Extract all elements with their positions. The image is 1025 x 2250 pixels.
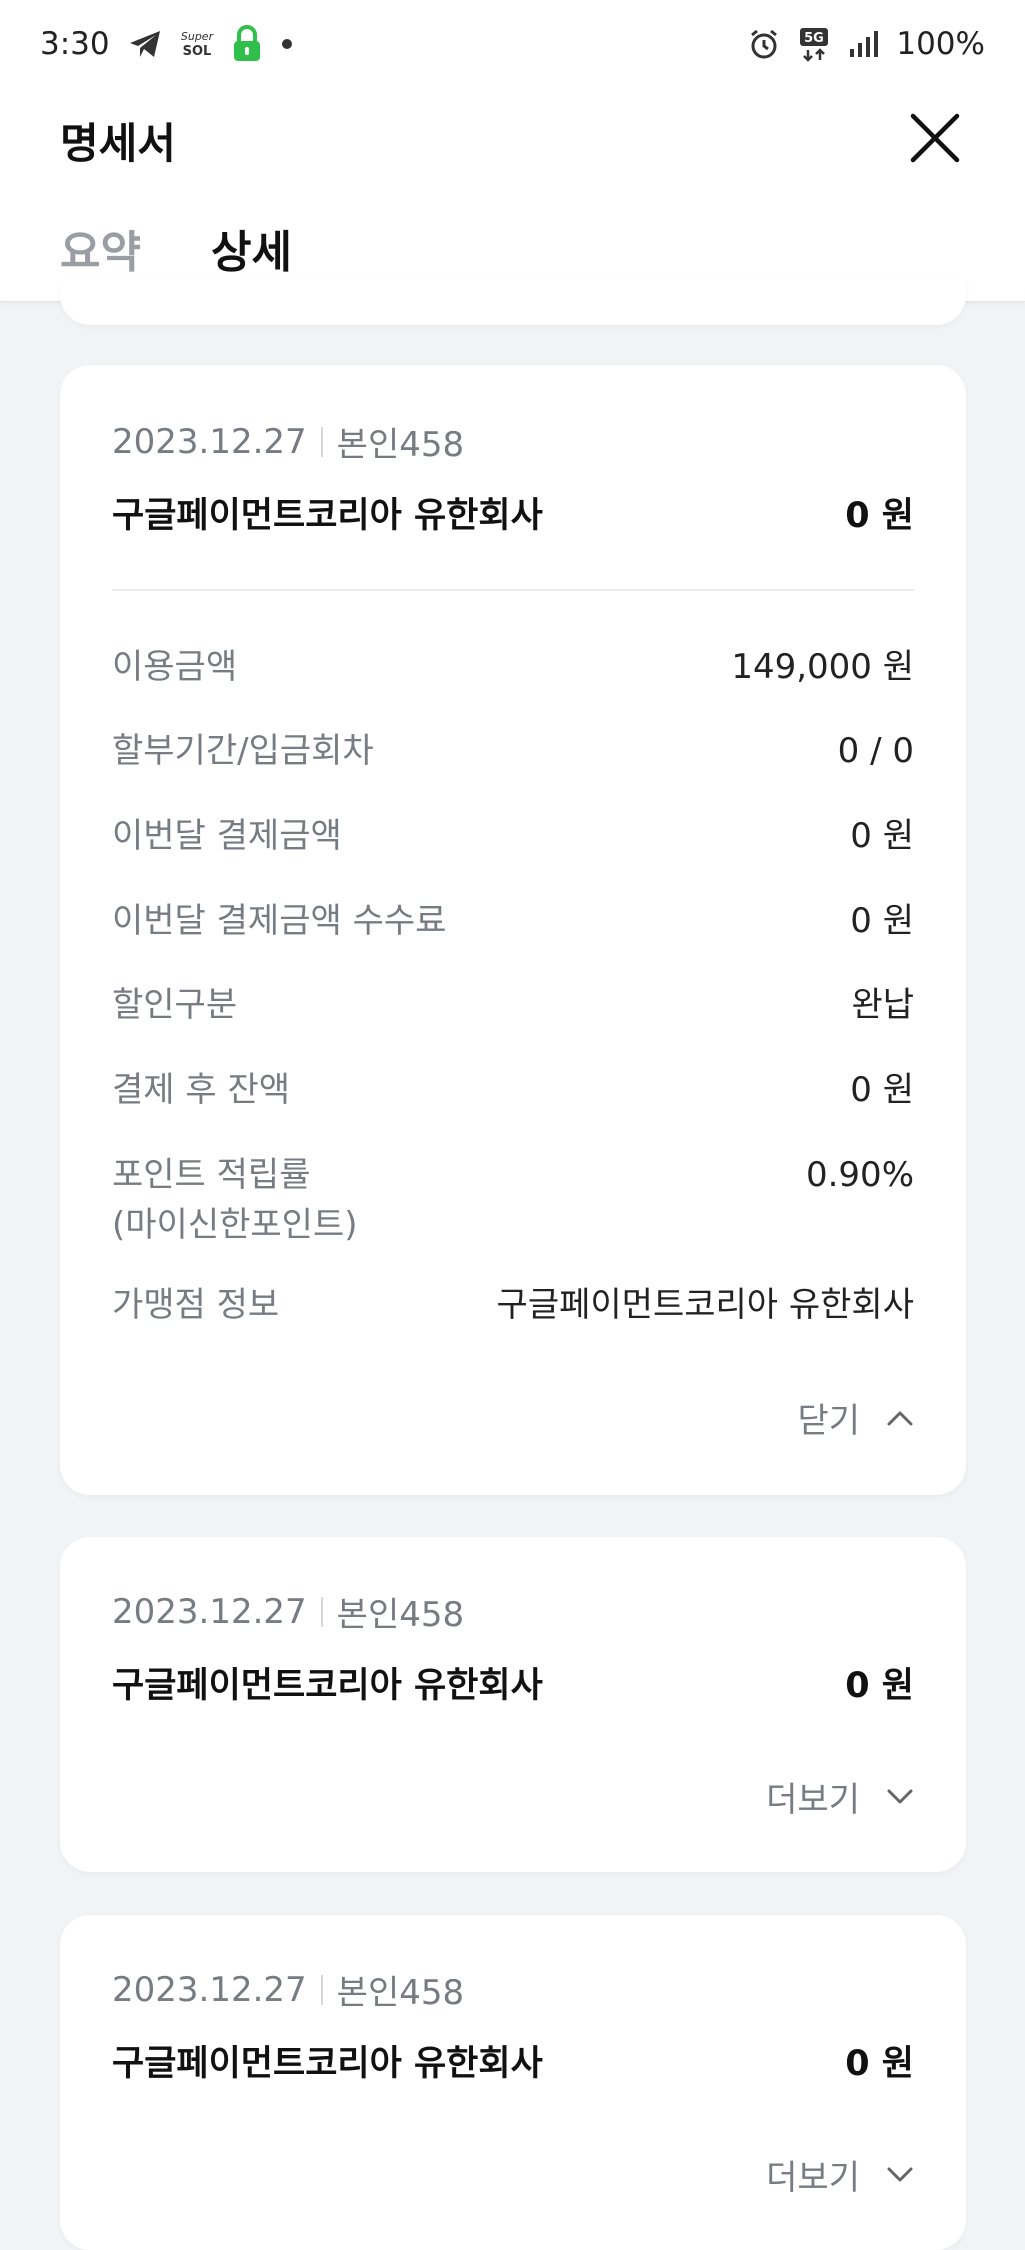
detail-label: 할부기간/입금회차 <box>112 731 374 771</box>
transaction-date: 2023.12.27 <box>112 1969 307 2010</box>
page-title: 명세서 <box>60 119 176 168</box>
detail-row: 이번달 결제금액 수수료 0 원 <box>112 896 914 946</box>
expand-button[interactable]: 더보기 <box>766 1772 914 1821</box>
detail-label: 포인트 적립률 (마이신한포인트) <box>112 1150 358 1250</box>
collapse-button[interactable]: 닫기 <box>797 1393 914 1442</box>
transaction-amount: 0 원 <box>845 2044 914 2084</box>
detail-label-line2: (마이신한포인트) <box>112 1205 358 1245</box>
battery-level: 100% <box>896 26 985 62</box>
transaction-card: 2023.12.27 본인458 구글페이먼트코리아 유한회사 0 원 이용금액… <box>60 365 966 1495</box>
svg-text:SOL: SOL <box>182 44 211 59</box>
detail-row: 이번달 결제금액 0 원 <box>112 811 914 861</box>
meta-separator <box>320 1596 323 1627</box>
merchant-name: 구글페이먼트코리아 유한회사 <box>112 496 543 536</box>
transaction-date: 2023.12.27 <box>112 1591 307 1632</box>
close-button[interactable] <box>905 108 965 168</box>
card-meta: 2023.12.27 본인458 <box>112 417 464 466</box>
expand-button[interactable]: 더보기 <box>766 2150 914 2199</box>
super-sol-icon: Super SOL <box>180 27 214 61</box>
chevron-down-icon <box>887 1789 913 1803</box>
card-holder: 본인458 <box>336 425 465 465</box>
lock-icon <box>232 25 262 63</box>
detail-label: 결제 후 잔액 <box>112 1070 291 1110</box>
status-bar-left: 3:30 Super SOL <box>40 25 294 63</box>
signal-icon <box>848 29 879 59</box>
detail-value: 0 원 <box>850 816 914 856</box>
card-holder: 본인458 <box>336 1973 465 2013</box>
detail-row: 이용금액 149,000 원 <box>112 642 914 692</box>
detail-label: 이번달 결제금액 수수료 <box>112 901 447 941</box>
detail-row: 결제 후 잔액 0 원 <box>112 1065 914 1115</box>
divider <box>112 589 914 591</box>
detail-row: 포인트 적립률 (마이신한포인트) 0.90% <box>112 1150 914 1250</box>
alarm-icon <box>748 28 780 60</box>
status-bar: 3:30 Super SOL 5G 100% <box>0 0 1025 88</box>
status-time: 3:30 <box>40 26 110 62</box>
chevron-down-icon <box>887 2167 913 2181</box>
detail-label-line1: 포인트 적립률 <box>112 1155 311 1195</box>
merchant-name: 구글페이먼트코리아 유한회사 <box>112 2044 543 2084</box>
detail-row: 가맹점 정보 구글페이먼트코리아 유한회사 <box>112 1280 914 1330</box>
detail-label: 가맹점 정보 <box>112 1285 280 1325</box>
detail-value: 0.90% <box>805 1155 914 1195</box>
dot-icon <box>280 37 294 51</box>
detail-row: 할부기간/입금회차 0 / 0 <box>112 726 914 776</box>
detail-row: 할인구분 완납 <box>112 980 914 1030</box>
detail-label: 이번달 결제금액 <box>112 816 342 856</box>
transaction-amount: 0 원 <box>845 496 914 536</box>
card-meta: 2023.12.27 본인458 <box>112 1965 464 2014</box>
network-label: 5G <box>805 31 825 46</box>
detail-value: 0 / 0 <box>837 731 914 771</box>
status-bar-right: 5G 100% <box>748 26 985 62</box>
telegram-icon <box>128 29 162 59</box>
transaction-date: 2023.12.27 <box>112 421 307 462</box>
detail-value: 149,000 원 <box>731 647 914 687</box>
expand-label: 더보기 <box>766 1780 860 1820</box>
transaction-amount: 0 원 <box>845 1666 914 1706</box>
svg-text:Super: Super <box>181 30 214 43</box>
detail-label: 할인구분 <box>112 985 238 1025</box>
expand-label: 더보기 <box>766 2158 860 2198</box>
header: 명세서 요약 상세 <box>0 88 1025 302</box>
detail-label: 이용금액 <box>112 647 238 687</box>
transaction-card: 2023.12.27 본인458 구글페이먼트코리아 유한회사 0 원 더보기 <box>60 1915 966 2250</box>
card-holder: 본인458 <box>336 1595 465 1635</box>
close-icon <box>910 113 960 163</box>
meta-separator <box>320 426 323 457</box>
detail-value: 완납 <box>851 985 914 1025</box>
previous-card <box>60 280 966 325</box>
network-5g-icon: 5G <box>798 26 830 62</box>
detail-value: 0 원 <box>850 1070 914 1110</box>
chevron-up-icon <box>887 1411 913 1425</box>
detail-value: 0 원 <box>850 901 914 941</box>
detail-value: 구글페이먼트코리아 유한회사 <box>496 1285 914 1325</box>
meta-separator <box>320 1974 323 2005</box>
transaction-card: 2023.12.27 본인458 구글페이먼트코리아 유한회사 0 원 더보기 <box>60 1537 966 1872</box>
merchant-name: 구글페이먼트코리아 유한회사 <box>112 1666 543 1706</box>
card-meta: 2023.12.27 본인458 <box>112 1587 464 1636</box>
collapse-label: 닫기 <box>797 1401 860 1441</box>
